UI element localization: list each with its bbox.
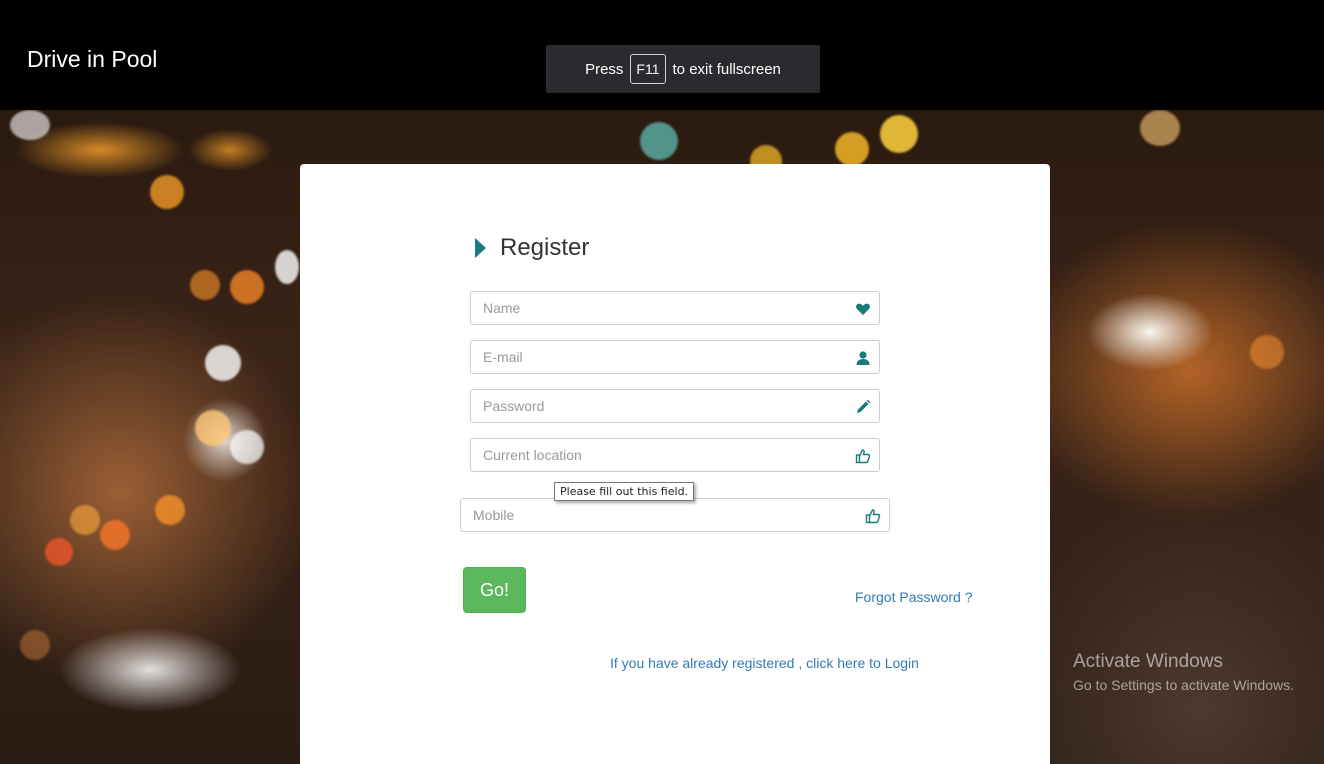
thumbs-up-icon [865,508,881,524]
top-bar: Drive in Pool Press F11 to exit fullscre… [0,0,1324,110]
fullscreen-notice-prefix: Press [585,60,624,78]
pencil-icon [855,399,871,415]
mobile-field[interactable] [460,498,890,532]
password-field[interactable] [470,389,880,423]
heart-icon [855,301,871,317]
thumbs-up-icon [855,448,871,464]
fullscreen-notice: Press F11 to exit fullscreen [546,45,820,93]
go-button[interactable]: Go! [463,567,526,613]
forgot-password-link[interactable]: Forgot Password ? [855,589,973,605]
validation-tooltip: Please fill out this field. [554,482,695,501]
current-location-field[interactable] [470,438,880,472]
email-input[interactable] [471,341,879,373]
fullscreen-notice-suffix: to exit fullscreen [672,60,781,78]
email-field[interactable] [470,340,880,374]
name-input[interactable] [471,292,879,324]
mobile-input[interactable] [461,499,889,531]
register-title: Register [500,234,590,261]
register-heading: Register [475,234,589,262]
brand-title[interactable]: Drive in Pool [27,46,157,73]
password-input[interactable] [471,390,879,422]
name-field[interactable] [470,291,880,325]
f11-key: F11 [630,54,666,84]
current-location-input[interactable] [471,439,879,471]
activate-windows-subtitle: Go to Settings to activate Windows. [1073,677,1294,693]
activate-windows-title: Activate Windows [1073,651,1223,672]
user-icon [855,350,871,366]
login-link[interactable]: If you have already registered , click h… [610,655,919,671]
register-card: Register Please fill out this field. Go!… [300,164,1050,764]
activate-windows-watermark: Activate Windows Go to Settings to activ… [1073,651,1294,693]
caret-right-icon [475,238,486,258]
